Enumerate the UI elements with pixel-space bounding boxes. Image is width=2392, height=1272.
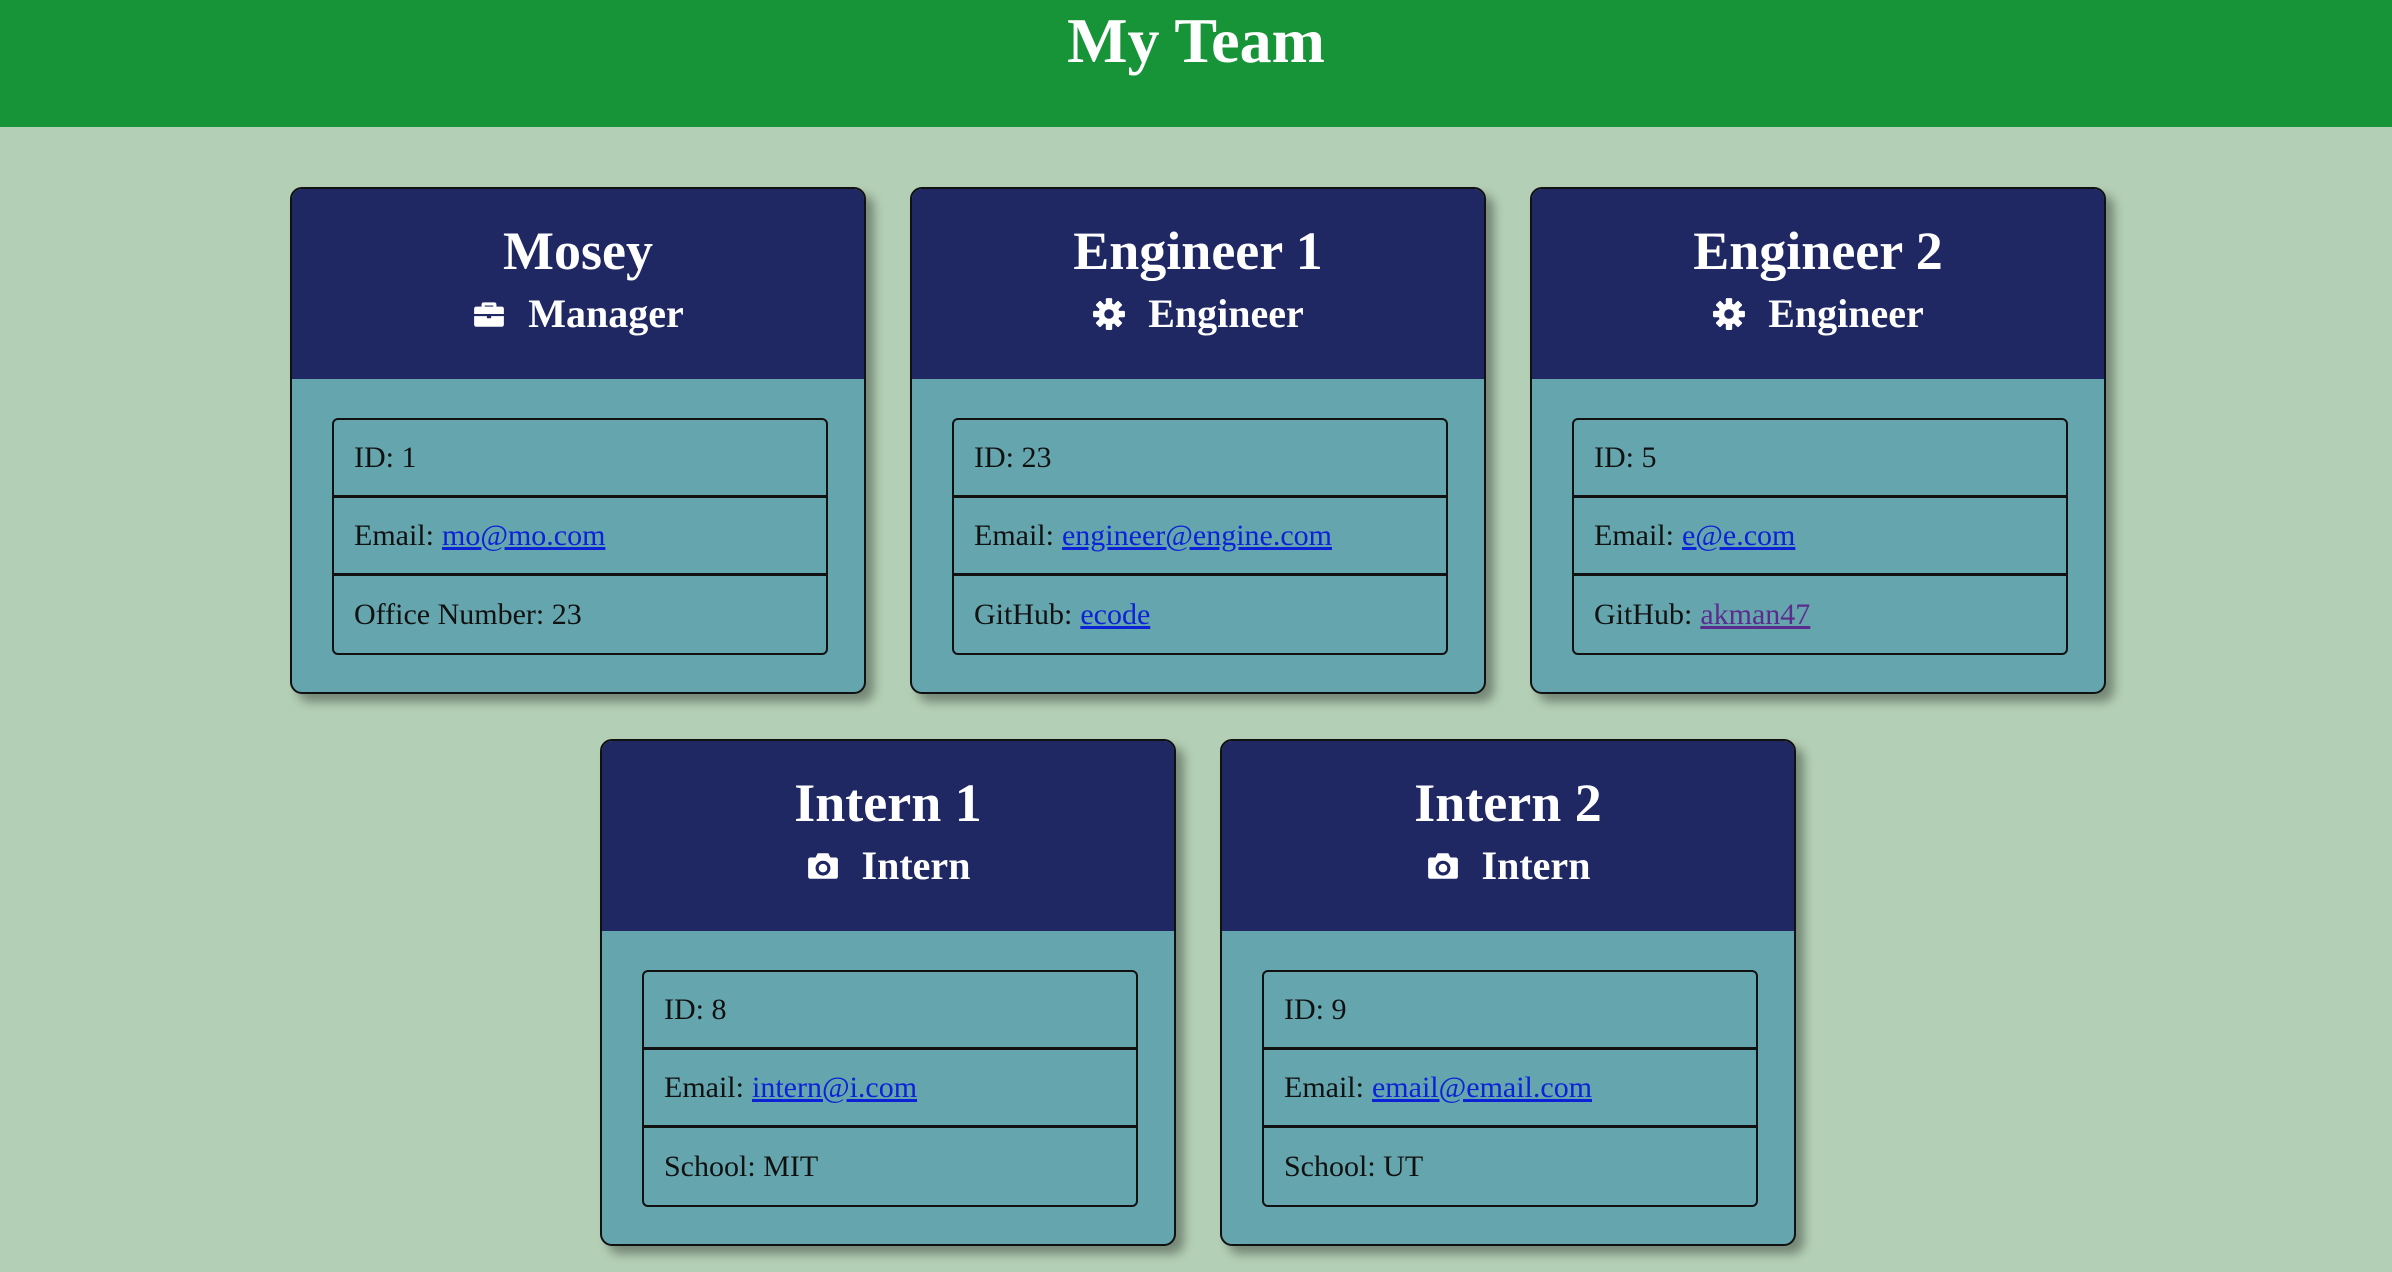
gear-icon [1712,297,1746,331]
employee-info-list: ID: 23 Email: engineer@engine.com GitHub:… [952,418,1448,655]
card-header: Engineer 1 Engineer [912,189,1484,379]
employee-role: Intern [1222,841,1794,891]
employee-card-manager: Mosey Manager ID: 1 Email: mo@mo.com Offi… [290,187,866,694]
id-row: ID: 23 [954,420,1446,498]
github-row: GitHub: ecode [954,576,1446,653]
employee-name: Intern 2 [1414,773,1602,833]
id-text: ID: 5 [1594,440,1657,474]
email-link[interactable]: email@email.com [1372,1071,1592,1105]
employee-role: Engineer [912,289,1484,339]
school-text: School: MIT [664,1150,819,1183]
page-header: My Team [0,0,2392,127]
email-row: Email: email@email.com [1264,1050,1756,1128]
employee-card-engineer-2: Engineer 2 Engineer ID: 5 Email: e@e.com … [1530,187,2106,694]
id-row: ID: 9 [1264,972,1756,1050]
email-link[interactable]: e@e.com [1682,519,1795,553]
email-row: Email: intern@i.com [644,1050,1136,1128]
employee-info-list: ID: 8 Email: intern@i.com School: MIT [642,970,1138,1207]
id-text: ID: 9 [1284,992,1347,1026]
id-row: ID: 1 [334,420,826,498]
role-label: Intern [1481,843,1591,888]
role-label: Engineer [1148,291,1304,336]
id-row: ID: 5 [1574,420,2066,498]
employee-info-list: ID: 1 Email: mo@mo.com Office Number: 23 [332,418,828,655]
employee-role: Engineer [1532,289,2104,339]
card-header: Engineer 2 Engineer [1532,189,2104,379]
school-row: School: MIT [644,1128,1136,1205]
github-row: GitHub: akman47 [1574,576,2066,653]
email-label: Email: [1594,518,1674,552]
school-row: School: UT [1264,1128,1756,1205]
employee-card-engineer-1: Engineer 1 Engineer ID: 23 Email: enginee… [910,187,1486,694]
school-text: School: UT [1284,1150,1424,1183]
employee-name: Mosey [503,221,653,281]
role-label: Engineer [1768,291,1924,336]
role-label: Manager [528,291,684,336]
employee-info-list: ID: 9 Email: email@email.com School: UT [1262,970,1758,1207]
github-label: GitHub: [1594,598,1693,631]
employee-name: Engineer 1 [1073,221,1323,281]
email-label: Email: [974,518,1054,552]
employee-name: Engineer 2 [1693,221,1943,281]
email-label: Email: [354,518,434,552]
employee-card-intern-2: Intern 2 Intern ID: 9 Email: email@email.… [1220,739,1796,1246]
gear-icon [1092,297,1126,331]
office-number-text: Office Number: 23 [354,598,582,631]
email-label: Email: [1284,1070,1364,1104]
github-link[interactable]: ecode [1080,598,1150,632]
id-row: ID: 8 [644,972,1136,1050]
email-link[interactable]: mo@mo.com [442,519,605,553]
card-header: Mosey Manager [292,189,864,379]
employee-name: Intern 1 [794,773,982,833]
email-label: Email: [664,1070,744,1104]
id-text: ID: 23 [974,440,1052,474]
github-link[interactable]: akman47 [1700,598,1810,632]
id-text: ID: 1 [354,440,417,474]
email-row: Email: mo@mo.com [334,498,826,576]
github-label: GitHub: [974,598,1073,631]
email-link[interactable]: engineer@engine.com [1062,519,1332,553]
employee-info-list: ID: 5 Email: e@e.com GitHub: akman47 [1572,418,2068,655]
camera-icon [806,849,840,883]
office-number-row: Office Number: 23 [334,576,826,653]
page-title: My Team [1067,5,1325,76]
camera-icon [1426,849,1460,883]
employee-role: Intern [602,841,1174,891]
card-header: Intern 2 Intern [1222,741,1794,931]
id-text: ID: 8 [664,992,727,1026]
card-header: Intern 1 Intern [602,741,1174,931]
email-row: Email: e@e.com [1574,498,2066,576]
role-label: Intern [861,843,971,888]
email-link[interactable]: intern@i.com [752,1071,917,1105]
briefcase-icon [472,297,506,331]
email-row: Email: engineer@engine.com [954,498,1446,576]
employee-card-intern-1: Intern 1 Intern ID: 8 Email: intern@i.com… [600,739,1176,1246]
employee-role: Manager [292,289,864,339]
